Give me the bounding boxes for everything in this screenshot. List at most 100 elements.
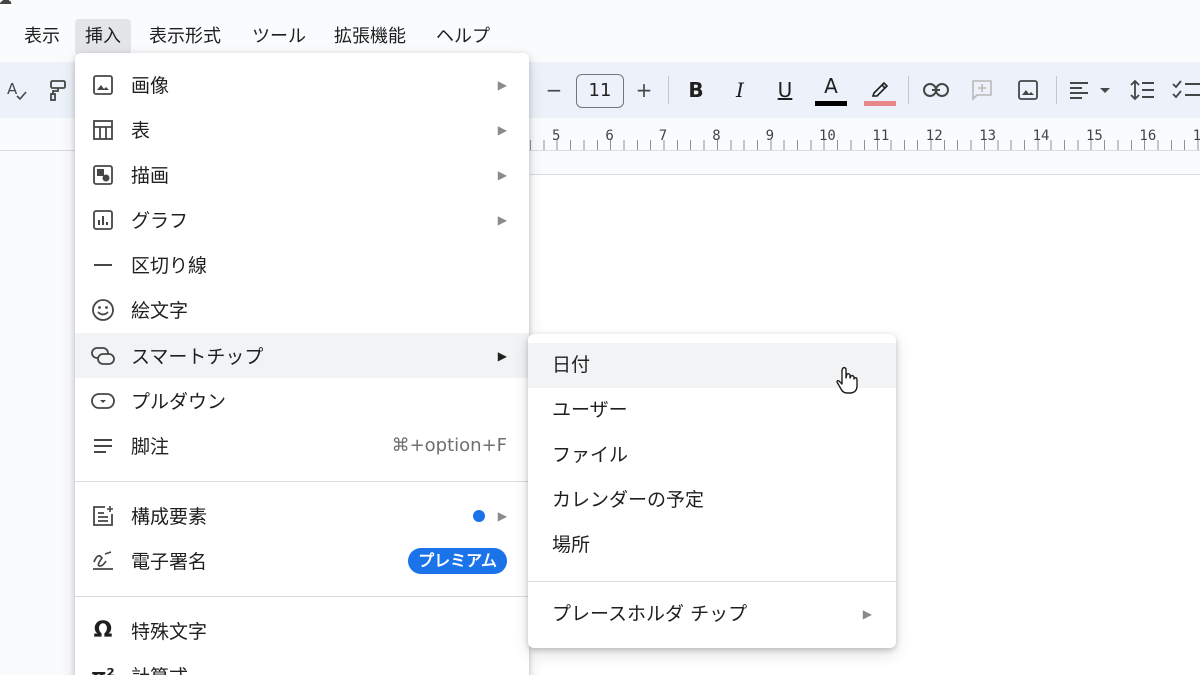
underline-button[interactable]: U [771, 72, 799, 108]
ruler-number: 6 [605, 128, 614, 144]
menu-item-label: 区切り線 [131, 255, 208, 277]
checklist-icon[interactable] [1172, 72, 1200, 108]
smart-chip-icon [75, 345, 131, 367]
drawing-icon [75, 164, 131, 186]
insert-image-item[interactable]: 画像 ▶ [75, 62, 529, 107]
ruler-number: 10 [819, 128, 836, 144]
footnote-icon [75, 435, 131, 457]
bold-button[interactable]: B [682, 72, 710, 108]
chip-file-item[interactable]: ファイル [528, 433, 896, 478]
highlighter-icon [871, 81, 889, 97]
highlight-color-button[interactable] [864, 72, 896, 108]
menu-item-label: グラフ [131, 210, 189, 232]
hand-cursor-icon [836, 366, 858, 394]
ruler-number: 17 [1192, 128, 1200, 144]
table-icon [75, 119, 131, 141]
premium-badge: プレミアム [408, 547, 507, 574]
ruler-number: 8 [712, 128, 721, 144]
menu-item-label: 画像 [131, 75, 170, 97]
insert-esignature-item[interactable]: 電子署名 プレミアム [75, 538, 529, 583]
ruler-number: 9 [765, 128, 775, 144]
text-color-glyph: A [824, 74, 838, 98]
menu-help[interactable]: ヘルプ [426, 19, 500, 55]
insert-building-blocks-item[interactable]: 構成要素 ▶ [75, 493, 529, 538]
insert-image-icon[interactable] [1012, 72, 1044, 108]
building-blocks-icon [75, 505, 131, 527]
ruler-number: 7 [658, 128, 668, 144]
submenu-arrow-icon: ▶ [497, 122, 507, 137]
new-feature-dot [473, 509, 485, 522]
menu-divider [75, 596, 529, 597]
menu-item-label: 構成要素 [131, 506, 208, 528]
add-comment-icon[interactable] [966, 72, 998, 108]
chip-placeholder-item[interactable]: プレースホルダ チップ ▶ [528, 592, 896, 637]
align-button[interactable] [1066, 72, 1112, 108]
menu-item-label: 特殊文字 [131, 621, 208, 643]
image-icon [75, 74, 131, 96]
ruler-number: 12 [925, 128, 943, 144]
menu-tools[interactable]: ツール [242, 19, 316, 55]
keyboard-shortcut: ⌘+option+F [391, 435, 507, 456]
insert-menu: 画像 ▶ 表 ▶ 描画 ▶ グラフ ▶ 区切り線 絵文字 スマートチップ ▶ プ… [75, 53, 529, 675]
submenu-arrow-icon: ▶ [497, 77, 507, 92]
insert-smart-chip-item[interactable]: スマートチップ ▶ [75, 333, 529, 378]
chip-place-item[interactable]: 場所 [528, 523, 896, 568]
font-size-input[interactable]: 11 [576, 74, 624, 108]
ruler-number: 5 [552, 128, 561, 144]
insert-emoji-item[interactable]: 絵文字 [75, 287, 529, 332]
insert-equation-item[interactable]: π² 計算式 [75, 653, 529, 675]
highlight-color-swatch [864, 101, 896, 106]
menu-item-label: 描画 [131, 165, 170, 187]
menu-view[interactable]: 表示 [14, 19, 70, 55]
menu-item-label: スマートチップ [131, 346, 264, 368]
equation-icon: π² [75, 665, 131, 675]
chip-calendar-event-item[interactable]: カレンダーの予定 [528, 478, 896, 523]
page-edge [530, 174, 1200, 175]
submenu-arrow-icon: ▶ [497, 508, 507, 523]
line-spacing-icon[interactable] [1128, 72, 1158, 108]
horizontal-line-icon [75, 254, 131, 276]
submenu-arrow-icon: ▶ [862, 607, 872, 621]
paint-format-icon[interactable] [44, 72, 74, 108]
insert-horizontal-line-item[interactable]: 区切り線 [75, 242, 529, 287]
menu-item-label: 表 [131, 120, 151, 142]
svg-text:A: A [7, 80, 18, 98]
toolbar-divider [908, 76, 909, 104]
insert-special-characters-item[interactable]: Ω 特殊文字 [75, 608, 529, 653]
insert-chart-item[interactable]: グラフ ▶ [75, 197, 529, 242]
insert-dropdown-item[interactable]: プルダウン [75, 378, 529, 423]
insert-footnote-item[interactable]: 脚注 ⌘+option+F [75, 423, 529, 468]
menu-item-label: 絵文字 [131, 300, 189, 322]
italic-button[interactable]: I [726, 72, 754, 108]
text-color-swatch [815, 101, 847, 106]
chart-icon [75, 209, 131, 231]
ruler-number: 14 [1032, 128, 1050, 144]
ruler-number: 15 [1086, 128, 1103, 144]
dropdown-chip-icon [75, 391, 131, 411]
link-icon[interactable] [920, 72, 952, 108]
submenu-arrow-icon: ▶ [497, 167, 507, 182]
toolbar-divider [1056, 76, 1057, 104]
menu-item-label: プレースホルダ チップ [552, 603, 748, 625]
omega-icon: Ω [93, 618, 113, 643]
increase-font-size-button[interactable]: + [630, 72, 658, 108]
menu-extensions[interactable]: 拡張機能 [324, 19, 416, 55]
ruler-number: 13 [979, 128, 997, 144]
menu-insert[interactable]: 挿入 [75, 19, 131, 55]
menu-divider [528, 581, 896, 582]
menu-format[interactable]: 表示形式 [139, 19, 231, 55]
insert-drawing-item[interactable]: 描画 ▶ [75, 152, 529, 197]
decrease-font-size-button[interactable]: − [540, 72, 568, 108]
submenu-arrow-icon: ▶ [497, 348, 507, 363]
ruler-number: 16 [1139, 128, 1157, 144]
spellcheck-icon[interactable]: A [2, 72, 32, 108]
insert-table-item[interactable]: 表 ▶ [75, 107, 529, 152]
toolbar-divider [668, 76, 669, 104]
esignature-icon [75, 550, 131, 572]
text-color-button[interactable]: A [815, 72, 847, 108]
menu-item-label: 計算式 [131, 662, 529, 675]
chip-people-item[interactable]: ユーザー [528, 388, 896, 433]
emoji-icon [75, 298, 131, 322]
drive-status-icon: ☁ [0, 0, 12, 8]
ruler-number: 11 [872, 128, 890, 144]
